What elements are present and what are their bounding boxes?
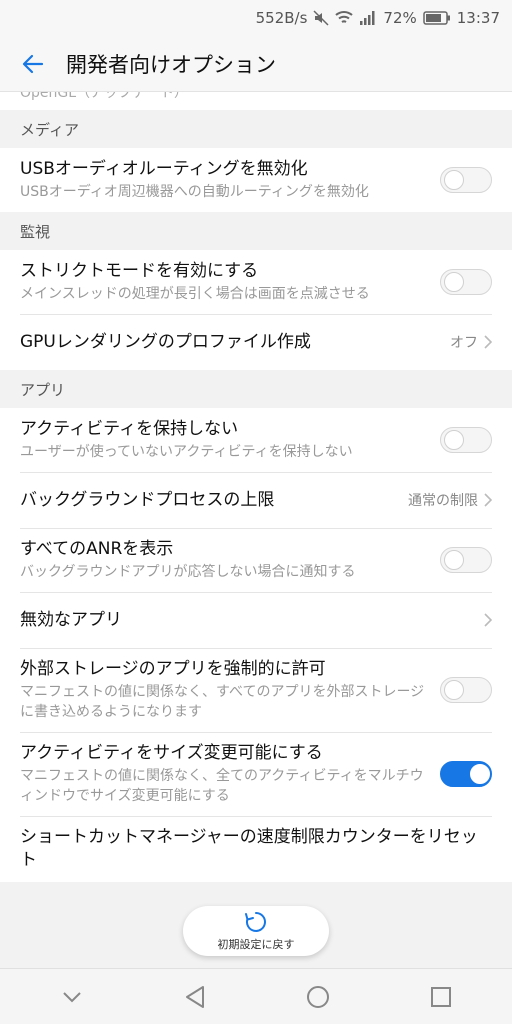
resizable-activities-row[interactable]: アクティビティをサイズ変更可能にする マニフェストの値に関係なく、全てのアクティ… xyxy=(0,732,512,816)
chevron-right-icon xyxy=(484,335,492,349)
toggle-knob xyxy=(444,430,464,450)
nav-recents-button[interactable] xyxy=(411,969,471,1024)
back-button[interactable] xyxy=(0,36,66,92)
recents-square-icon xyxy=(430,986,451,1007)
monitoring-group: ストリクトモードを有効にする メインスレッドの処理が長引く場合は画面を点滅させる… xyxy=(0,250,512,370)
row-subtitle: マニフェストの値に関係なく、すべてのアプリを外部ストレージに書き込めるようになり… xyxy=(20,684,425,720)
row-title: バックグラウンドプロセスの上限 xyxy=(20,489,275,510)
page-title: 開発者向けオプション xyxy=(66,52,276,77)
force-external-storage-row[interactable]: 外部ストレージのアプリを強制的に許可 マニフェストの値に関係なく、すべてのアプリ… xyxy=(0,648,512,732)
status-bar: 552B/s 72% 13:37 xyxy=(0,0,512,36)
dont-keep-activities-row[interactable]: アクティビティを保持しない ユーザーが使っていないアクティビティを保持しない xyxy=(0,408,512,472)
row-subtitle: ユーザーが使っていないアクティビティを保持しない xyxy=(20,444,353,460)
toggle-knob xyxy=(444,680,464,700)
background-process-limit-row[interactable]: バックグラウンドプロセスの上限 通常の制限 xyxy=(0,472,512,528)
apps-group: アクティビティを保持しない ユーザーが使っていないアクティビティを保持しない バ… xyxy=(0,408,512,882)
back-triangle-icon xyxy=(185,985,204,1008)
row-title: ショートカットマネージャーの速度制限カウンターをリセット xyxy=(20,827,478,870)
chevron-right-icon xyxy=(484,493,492,507)
mute-icon xyxy=(313,10,329,26)
dont-keep-activities-toggle[interactable] xyxy=(440,427,492,453)
toggle-knob xyxy=(444,170,464,190)
row-title: アクティビティを保持しない xyxy=(20,419,239,439)
refresh-icon xyxy=(245,912,266,932)
back-arrow-icon xyxy=(22,54,44,73)
strict-mode-row[interactable]: ストリクトモードを有効にする メインスレッドの処理が長引く場合は画面を点滅させる xyxy=(0,250,512,314)
reset-defaults-button[interactable]: 初期設定に戻す xyxy=(183,906,329,956)
row-subtitle: マニフェストの値に関係なく、全てのアクティビティをマルチウィンドウでサイズ変更可… xyxy=(20,768,424,804)
usb-audio-routing-row[interactable]: USBオーディオルーティングを無効化 USBオーディオ周辺機器への自動ルーティン… xyxy=(0,148,512,212)
section-header-media: メディア xyxy=(20,121,79,139)
signal-icon xyxy=(359,10,377,26)
row-title: アクティビティをサイズ変更可能にする xyxy=(20,743,323,763)
row-title: 無効なアプリ xyxy=(20,609,122,630)
strict-mode-toggle[interactable] xyxy=(440,269,492,295)
toggle-knob xyxy=(444,272,464,292)
battery-icon xyxy=(423,11,451,25)
row-title: すべてのANRを表示 xyxy=(20,539,174,559)
reset-button-wrap: 初期設定に戻す xyxy=(0,906,512,956)
show-all-anrs-row[interactable]: すべてのANRを表示 バックグラウンドアプリが応答しない場合に通知する xyxy=(0,528,512,592)
resizable-activities-toggle[interactable] xyxy=(440,761,492,787)
inactive-apps-row[interactable]: 無効なアプリ xyxy=(0,592,512,648)
row-value: オフ xyxy=(450,335,478,351)
row-title: USBオーディオルーティングを無効化 xyxy=(20,159,308,179)
hide-nav-button[interactable] xyxy=(42,969,102,1024)
wifi-icon xyxy=(335,10,354,26)
section-header-monitoring: 監視 xyxy=(20,223,51,241)
row-title: GPUレンダリングのプロファイル作成 xyxy=(20,331,311,352)
clock: 13:37 xyxy=(456,9,500,27)
navigation-bar xyxy=(0,968,512,1024)
row-title: ストリクトモードを有効にする xyxy=(20,261,259,281)
toggle-knob xyxy=(470,764,490,784)
row-title: 外部ストレージのアプリを強制的に許可 xyxy=(20,659,326,679)
row-subtitle: メインスレッドの処理が長引く場合は画面を点滅させる xyxy=(20,286,370,302)
show-all-anrs-toggle[interactable] xyxy=(440,547,492,573)
chevron-down-icon xyxy=(62,991,81,1002)
gpu-profile-row[interactable]: GPUレンダリングのプロファイル作成 オフ xyxy=(0,314,512,370)
data-rate: 552B/s xyxy=(255,9,308,27)
home-circle-icon xyxy=(306,985,329,1008)
row-subtitle: バックグラウンドアプリが応答しない場合に通知する xyxy=(20,564,356,580)
partially-visible-text: OpenGL（アップデート） xyxy=(20,92,189,101)
shortcut-rate-limit-reset-row[interactable]: ショートカットマネージャーの速度制限カウンターをリセット xyxy=(0,816,512,882)
usb-audio-routing-toggle[interactable] xyxy=(440,167,492,193)
section-header-apps: アプリ xyxy=(20,381,66,399)
force-external-storage-toggle[interactable] xyxy=(440,677,492,703)
chevron-right-icon xyxy=(484,613,492,627)
partially-visible-row: OpenGL（アップデート） xyxy=(0,92,512,110)
row-subtitle: USBオーディオ周辺機器への自動ルーティングを無効化 xyxy=(20,184,369,200)
nav-back-button[interactable] xyxy=(165,969,225,1024)
nav-home-button[interactable] xyxy=(288,969,348,1024)
battery-percent: 72% xyxy=(383,9,417,27)
app-bar: 開発者向けオプション xyxy=(0,36,512,92)
row-value: 通常の制限 xyxy=(408,493,478,509)
toggle-knob xyxy=(444,550,464,570)
media-group: USBオーディオルーティングを無効化 USBオーディオ周辺機器への自動ルーティン… xyxy=(0,148,512,212)
reset-defaults-label: 初期設定に戻す xyxy=(217,938,295,951)
settings-list[interactable]: OpenGL（アップデート） メディア USBオーディオルーティングを無効化 U… xyxy=(0,92,512,968)
